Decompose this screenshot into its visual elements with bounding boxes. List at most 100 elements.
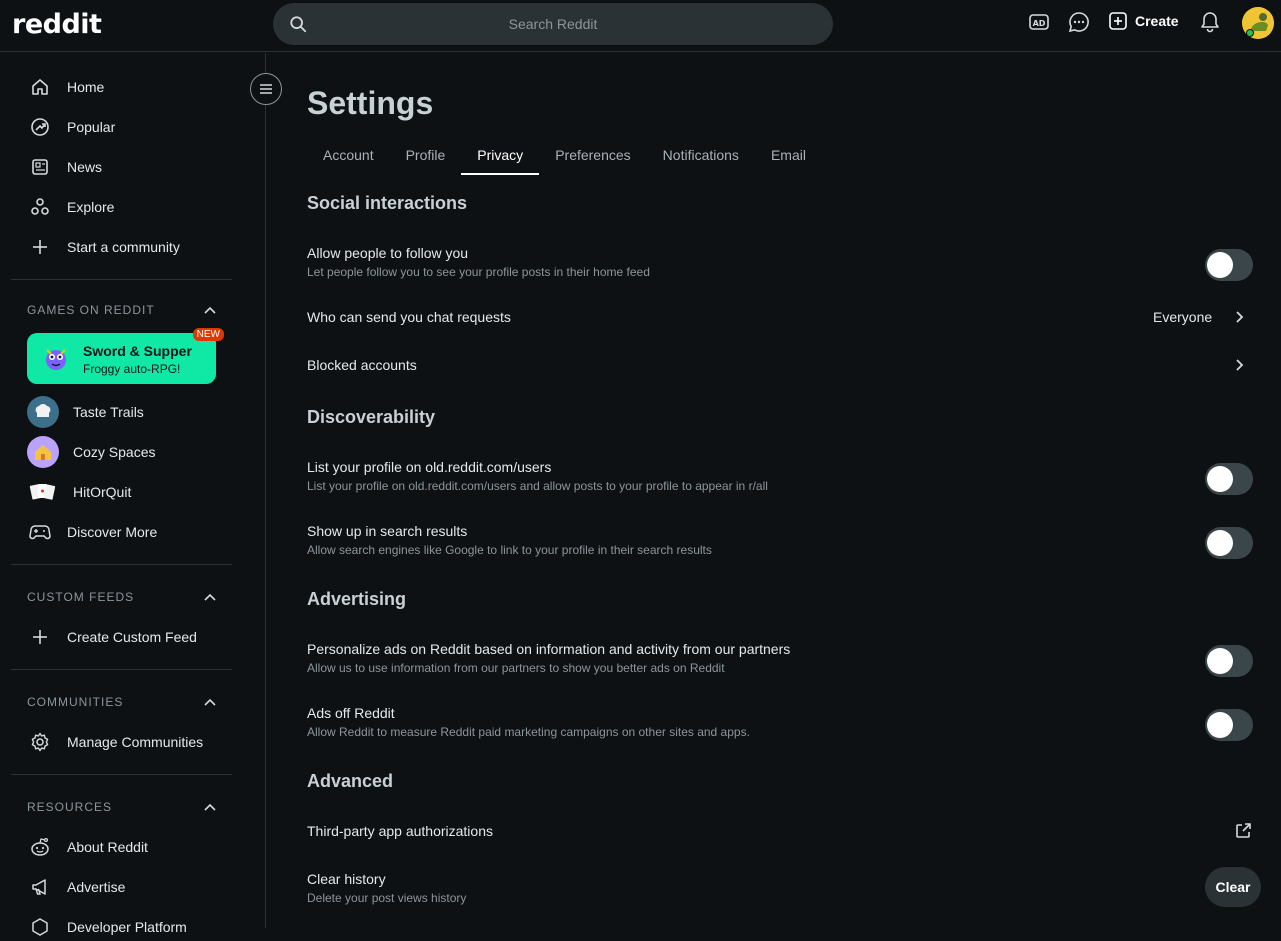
developer-icon [27, 917, 53, 937]
section-title: CUSTOM FEEDS [27, 590, 135, 604]
chevron-up-icon [203, 697, 217, 707]
communities-section-header[interactable]: COMMUNITIES [27, 695, 217, 709]
reddit-logo[interactable]: reddit [12, 9, 102, 40]
sidebar-item-label: HitOrQuit [73, 484, 132, 500]
section-heading-advertising: Advertising [307, 589, 407, 609]
section-title: COMMUNITIES [27, 695, 124, 709]
frog-game-icon [41, 344, 71, 374]
sidebar-item-label: Start a community [67, 239, 180, 255]
resources-section-header[interactable]: RESOURCES [27, 800, 217, 814]
section-title: GAMES ON REDDIT [27, 303, 155, 317]
sidebar-item-label: About Reddit [67, 839, 148, 855]
chat-icon[interactable] [1068, 11, 1090, 33]
sidebar-item-create-custom-feed[interactable]: Create Custom Feed [27, 623, 197, 651]
new-badge: NEW [192, 328, 224, 341]
ads-off-reddit-title: Ads off Reddit [307, 705, 395, 721]
sidebar-item-advertise[interactable]: Advertise [27, 873, 125, 901]
blocked-accounts-title[interactable]: Blocked accounts [307, 357, 417, 373]
personalize-ads-title: Personalize ads on Reddit based on infor… [307, 641, 791, 657]
sidebar-divider [11, 669, 232, 670]
toggle-knob [1207, 466, 1233, 492]
sidebar-item-label: Popular [67, 119, 116, 135]
ads-off-reddit-toggle[interactable] [1205, 709, 1253, 741]
tab-email[interactable]: Email [755, 139, 822, 175]
settings-tabs: Account Profile Privacy Preferences Noti… [307, 139, 822, 175]
sidebar-item-explore[interactable]: Explore [27, 193, 114, 221]
toggle-knob [1207, 712, 1233, 738]
list-profile-desc: List your profile on old.reddit.com/user… [307, 479, 768, 493]
tab-profile[interactable]: Profile [390, 139, 462, 175]
left-sidebar: Home Popular News Explore Start a commun… [0, 53, 282, 936]
section-title: RESOURCES [27, 800, 113, 814]
clear-history-desc: Delete your post views history [307, 891, 467, 905]
user-avatar[interactable] [1242, 7, 1274, 39]
gamepad-icon [27, 523, 53, 541]
tab-privacy[interactable]: Privacy [461, 139, 540, 175]
chevron-right-icon[interactable] [1232, 357, 1246, 373]
ads-off-reddit-desc: Allow Reddit to measure Reddit paid mark… [307, 725, 750, 739]
sidebar-item-popular[interactable]: Popular [27, 113, 115, 141]
section-heading-discoverability: Discoverability [307, 407, 436, 427]
chevron-up-icon [203, 592, 217, 602]
games-section-header[interactable]: GAMES ON REDDIT [27, 303, 217, 317]
list-profile-toggle[interactable] [1205, 463, 1253, 495]
follow-toggle[interactable] [1205, 249, 1253, 281]
sidebar-item-label: News [67, 159, 103, 175]
third-party-apps-title[interactable]: Third-party app authorizations [307, 823, 493, 839]
sidebar-item-cozy-spaces[interactable]: Cozy Spaces [27, 436, 155, 468]
sidebar-item-developer-platform[interactable]: Developer Platform [27, 913, 187, 941]
custom-feeds-section-header[interactable]: CUSTOM FEEDS [27, 590, 217, 604]
featured-game-subtitle: Froggy auto-RPG! [83, 362, 181, 376]
search-bar[interactable]: Search Reddit [273, 3, 833, 45]
tab-account[interactable]: Account [307, 139, 390, 175]
sidebar-item-about-reddit[interactable]: About Reddit [27, 833, 148, 861]
chat-requests-title: Who can send you chat requests [307, 309, 511, 325]
home-icon [27, 77, 53, 97]
sidebar-item-label: Taste Trails [73, 404, 144, 420]
sidebar-divider [11, 564, 232, 565]
explore-icon [27, 197, 53, 217]
toggle-knob [1207, 648, 1233, 674]
tab-preferences[interactable]: Preferences [539, 139, 646, 175]
chat-requests-value[interactable]: Everyone [1153, 309, 1212, 325]
sidebar-item-label: Home [67, 79, 105, 95]
create-button[interactable]: Create [1109, 12, 1179, 30]
sidebar-item-label: Discover More [67, 524, 158, 540]
follow-setting-title: Allow people to follow you [307, 245, 469, 261]
external-link-icon[interactable] [1234, 822, 1252, 840]
tab-notifications[interactable]: Notifications [647, 139, 755, 175]
cards-icon [27, 476, 59, 508]
sidebar-item-manage-communities[interactable]: Manage Communities [27, 728, 203, 756]
sidebar-item-taste-trails[interactable]: Taste Trails [27, 396, 144, 428]
sidebar-divider [11, 279, 232, 280]
popular-icon [27, 117, 53, 137]
featured-game-card[interactable]: Sword & Supper Froggy auto-RPG! NEW [27, 328, 224, 384]
sidebar-item-home[interactable]: Home [27, 73, 104, 101]
personalize-ads-toggle[interactable] [1205, 645, 1253, 677]
advertise-icon[interactable]: AD [1028, 11, 1050, 33]
news-icon [27, 157, 53, 177]
featured-game-title: Sword & Supper [83, 343, 192, 359]
sidebar-item-start-community[interactable]: Start a community [27, 233, 180, 261]
list-profile-title: List your profile on old.reddit.com/user… [307, 459, 552, 475]
chevron-right-icon[interactable] [1232, 309, 1246, 325]
clear-history-button[interactable]: Clear [1205, 867, 1261, 907]
notifications-bell-icon[interactable] [1199, 11, 1221, 33]
sidebar-divider [11, 774, 232, 775]
sidebar-item-label: Advertise [67, 879, 126, 895]
online-status-dot [1246, 29, 1254, 37]
plus-icon [27, 628, 53, 646]
search-results-desc: Allow search engines like Google to link… [307, 543, 712, 557]
sidebar-item-discover-more[interactable]: Discover More [27, 518, 157, 546]
plus-icon [27, 238, 53, 256]
search-results-toggle[interactable] [1205, 527, 1253, 559]
clear-history-title: Clear history [307, 871, 386, 887]
sidebar-item-label: Create Custom Feed [67, 629, 197, 645]
svg-text:AD: AD [1033, 19, 1046, 28]
sidebar-item-hitorquit[interactable]: HitOrQuit [27, 478, 131, 506]
chef-hat-icon [27, 396, 59, 428]
collapse-sidebar-button[interactable] [250, 73, 282, 105]
sidebar-item-news[interactable]: News [27, 153, 102, 181]
gear-icon [27, 732, 53, 752]
chevron-up-icon [203, 305, 217, 315]
